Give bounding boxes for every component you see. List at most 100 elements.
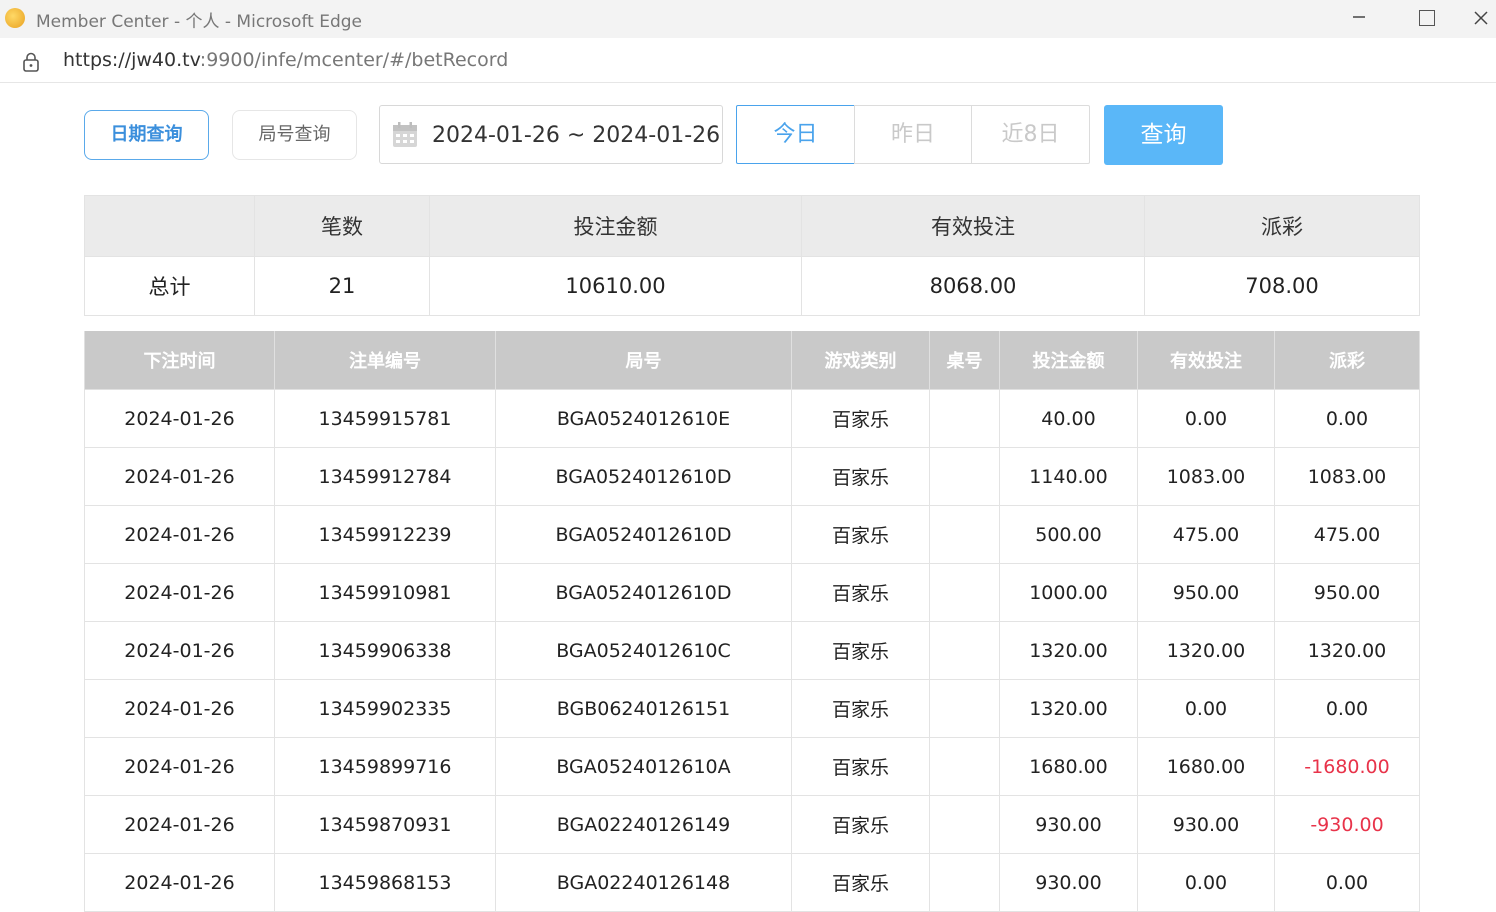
window-title: Member Center - 个人 - Microsoft Edge	[36, 12, 362, 32]
close-button[interactable]	[1466, 0, 1496, 36]
table-cell: 百家乐	[791, 795, 930, 854]
table-cell: 475.00	[1137, 505, 1275, 564]
edge-app-icon	[5, 8, 25, 28]
table-cell: 2024-01-26	[84, 621, 275, 680]
summary-cell: 8068.00	[801, 256, 1145, 316]
table-cell: 0.00	[1274, 389, 1420, 448]
search-button[interactable]: 查询	[1104, 105, 1223, 165]
minimize-icon	[1353, 16, 1365, 18]
window-titlebar: Member Center - 个人 - Microsoft Edge	[0, 0, 1496, 38]
table-cell: 1320.00	[999, 621, 1138, 680]
table-cell: BGA0524012610E	[495, 389, 792, 448]
table-cell: 1320.00	[1274, 621, 1420, 680]
summary-header-cell: 投注金额	[429, 195, 802, 257]
address-bar: https://jw40.tv:9900/infe/mcenter/#/betR…	[0, 38, 1496, 83]
summary-header-cell	[84, 195, 255, 257]
table-row[interactable]: 2024-01-26 13459910981 BGA0524012610D 百家乐 10…	[84, 563, 1420, 622]
yesterday-button[interactable]: 昨日	[854, 105, 972, 164]
url-path: :9900/infe/mcenter/#/betRecord	[199, 49, 509, 71]
table-cell: 13459906338	[274, 621, 496, 680]
table-cell: 0.00	[1274, 853, 1420, 912]
column-header: 派彩	[1274, 331, 1420, 390]
table-cell: 950.00	[1137, 563, 1275, 622]
minimize-button[interactable]	[1330, 0, 1388, 36]
bet-records-table: 下注时间 注单编号 局号 游戏类别 桌号 投注金额 有效投注 派彩 2024-0…	[84, 331, 1420, 912]
table-cell: 40.00	[999, 389, 1138, 448]
table-cell	[929, 737, 1000, 796]
table-row[interactable]: 2024-01-26 13459868153 BGA02240126148 百家乐 93…	[84, 853, 1420, 912]
table-row[interactable]: 2024-01-26 13459906338 BGA0524012610C 百家乐 13…	[84, 621, 1420, 680]
table-cell: BGA0524012610D	[495, 563, 792, 622]
table-row[interactable]: 2024-01-26 13459899716 BGA0524012610A 百家乐 16…	[84, 737, 1420, 796]
table-cell: BGA0524012610D	[495, 447, 792, 506]
date-range-value: 2024-01-26 ~ 2024-01-26	[432, 123, 721, 148]
column-header: 投注金额	[999, 331, 1138, 390]
table-cell: 0.00	[1274, 679, 1420, 738]
date-query-tab[interactable]: 日期查询	[84, 110, 209, 160]
table-cell: 13459902335	[274, 679, 496, 738]
table-cell: BGA02240126149	[495, 795, 792, 854]
summary-header-cell: 派彩	[1144, 195, 1420, 257]
table-cell: 百家乐	[791, 621, 930, 680]
close-icon	[1474, 11, 1488, 25]
table-cell: 1680.00	[1137, 737, 1275, 796]
table-cell: -930.00	[1274, 795, 1420, 854]
table-cell: 1680.00	[999, 737, 1138, 796]
today-button[interactable]: 今日	[736, 105, 855, 164]
records-header-row: 下注时间 注单编号 局号 游戏类别 桌号 投注金额 有效投注 派彩	[84, 331, 1420, 390]
table-cell: 13459899716	[274, 737, 496, 796]
table-cell	[929, 679, 1000, 738]
table-cell: 1083.00	[1137, 447, 1275, 506]
round-query-tab[interactable]: 局号查询	[232, 110, 357, 160]
table-cell: 百家乐	[791, 389, 930, 448]
table-cell: 930.00	[999, 853, 1138, 912]
column-header: 桌号	[929, 331, 1000, 390]
table-cell: BGB06240126151	[495, 679, 792, 738]
table-cell: 13459912784	[274, 447, 496, 506]
table-cell: 930.00	[1137, 795, 1275, 854]
summary-cell: 10610.00	[429, 256, 802, 316]
table-cell: 2024-01-26	[84, 389, 275, 448]
table-cell: 1320.00	[1137, 621, 1275, 680]
table-cell: 百家乐	[791, 563, 930, 622]
table-row[interactable]: 2024-01-26 13459912784 BGA0524012610D 百家乐 11…	[84, 447, 1420, 506]
table-cell: 2024-01-26	[84, 447, 275, 506]
table-cell: 1140.00	[999, 447, 1138, 506]
table-cell: BGA0524012610D	[495, 505, 792, 564]
table-cell: -1680.00	[1274, 737, 1420, 796]
summary-total-row: 总计 21 10610.00 8068.00 708.00	[84, 256, 1420, 316]
table-cell	[929, 795, 1000, 854]
table-cell: 2024-01-26	[84, 679, 275, 738]
summary-table: 笔数 投注金额 有效投注 派彩 总计 21 10610.00 8068.00 7…	[84, 195, 1420, 316]
table-cell	[929, 389, 1000, 448]
table-cell: BGA02240126148	[495, 853, 792, 912]
table-cell: 13459912239	[274, 505, 496, 564]
table-cell: 百家乐	[791, 505, 930, 564]
table-cell: 930.00	[999, 795, 1138, 854]
table-row[interactable]: 2024-01-26 13459912239 BGA0524012610D 百家乐 50…	[84, 505, 1420, 564]
summary-cell: 总计	[84, 256, 255, 316]
records-body: 2024-01-26 13459915781 BGA0524012610E 百家乐 40…	[84, 389, 1420, 912]
table-row[interactable]: 2024-01-26 13459870931 BGA02240126149 百家乐 93…	[84, 795, 1420, 854]
summary-cell: 21	[254, 256, 430, 316]
lock-icon[interactable]	[22, 52, 40, 72]
table-cell: 百家乐	[791, 853, 930, 912]
last-8-days-button[interactable]: 近8日	[971, 105, 1090, 164]
url-field[interactable]: https://jw40.tv:9900/infe/mcenter/#/betR…	[63, 49, 508, 71]
table-row[interactable]: 2024-01-26 13459902335 BGB06240126151 百家乐 13…	[84, 679, 1420, 738]
table-cell: BGA0524012610C	[495, 621, 792, 680]
table-cell: 百家乐	[791, 679, 930, 738]
table-cell: 475.00	[1274, 505, 1420, 564]
date-range-picker[interactable]: 2024-01-26 ~ 2024-01-26	[379, 105, 723, 164]
table-row[interactable]: 2024-01-26 13459915781 BGA0524012610E 百家乐 40…	[84, 389, 1420, 448]
maximize-icon	[1419, 10, 1435, 26]
summary-header-cell: 笔数	[254, 195, 430, 257]
table-cell: 2024-01-26	[84, 795, 275, 854]
table-cell: 2024-01-26	[84, 563, 275, 622]
maximize-button[interactable]	[1398, 0, 1456, 36]
table-cell: 2024-01-26	[84, 505, 275, 564]
calendar-icon	[393, 122, 417, 147]
table-cell: 2024-01-26	[84, 737, 275, 796]
table-cell	[929, 853, 1000, 912]
table-cell	[929, 505, 1000, 564]
